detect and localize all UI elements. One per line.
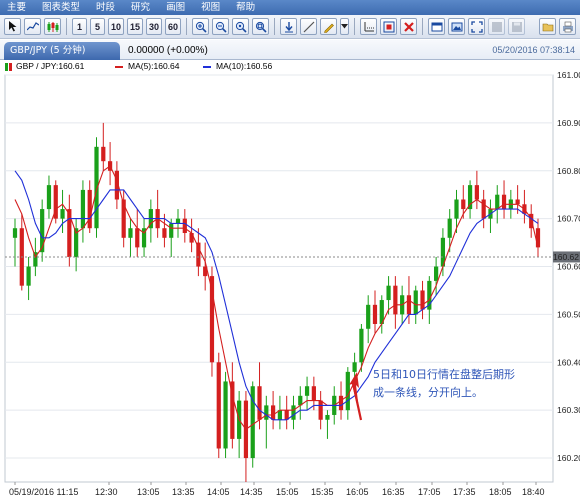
- candle-body: [40, 209, 45, 253]
- candle-body: [386, 285, 391, 301]
- candle-body: [461, 199, 466, 210]
- x-tick-label: 05/19/2016 11:15: [9, 487, 78, 497]
- candle-body: [352, 362, 357, 372]
- candle-body: [182, 218, 187, 234]
- candle-body: [501, 194, 507, 210]
- candle-body: [454, 199, 459, 219]
- y-tick-label: 160.90: [557, 118, 580, 128]
- candle-body: [338, 395, 344, 411]
- candle-body: [46, 185, 52, 210]
- candle-body: [325, 414, 330, 420]
- candle-body: [135, 228, 140, 248]
- candle-body: [345, 371, 350, 411]
- x-tick-label: 18:40: [522, 487, 545, 497]
- x-tick-label: 18:05: [489, 487, 512, 497]
- candle-body: [94, 146, 99, 229]
- candle-body: [101, 146, 106, 162]
- x-tick-label: 16:05: [346, 487, 369, 497]
- x-tick-label: 12:30: [95, 487, 118, 497]
- x-tick-label: 15:05: [276, 487, 299, 497]
- candle-body: [291, 405, 296, 420]
- y-axis: 160.20 160.30 160.40 160.50 160.60 160.70 160.…: [557, 70, 580, 463]
- y-tick-label: 160.40: [557, 357, 580, 367]
- candle-body: [495, 194, 500, 210]
- candle-body: [413, 290, 418, 315]
- x-tick-label: 13:35: [172, 487, 195, 497]
- y-tick-label: 160.20: [557, 453, 580, 463]
- candle-body: [12, 228, 18, 238]
- x-tick-label: 14:05: [207, 487, 230, 497]
- candle-body: [223, 381, 228, 449]
- x-tick-label: 15:35: [311, 487, 334, 497]
- y-tick-label: 160.80: [557, 166, 580, 176]
- x-tick-label: 14:35: [240, 487, 263, 497]
- candle-body: [372, 304, 378, 324]
- x-tick-label: 17:05: [418, 487, 441, 497]
- x-tick-label: 17:35: [453, 487, 476, 497]
- candle-body: [366, 304, 371, 329]
- candle-body: [311, 386, 316, 401]
- candle-body: [515, 199, 520, 205]
- x-tick-label: 13:05: [137, 487, 160, 497]
- candle-body: [434, 266, 439, 281]
- candlestick-chart[interactable]: 160.20 160.30 160.40 160.50 160.60 160.70 160.…: [0, 0, 580, 499]
- candle-body: [535, 228, 541, 248]
- candle-body: [318, 400, 323, 420]
- candle-body: [26, 266, 31, 286]
- y-tick-label: 160.60: [557, 262, 580, 272]
- candle-body: [406, 295, 412, 315]
- x-tick-label: 16:35: [382, 487, 405, 497]
- candle-body: [189, 233, 194, 243]
- candle-body: [359, 328, 364, 363]
- candle-body: [270, 405, 276, 420]
- candle-body: [474, 185, 479, 200]
- candle-body: [264, 405, 269, 420]
- candle-body: [169, 223, 174, 238]
- candle-body: [304, 386, 310, 396]
- y-tick-label: 160.30: [557, 405, 580, 415]
- candle-body: [162, 228, 167, 238]
- candle-body: [60, 209, 65, 219]
- y-tick-label: 160.70: [557, 214, 580, 224]
- candle-body: [87, 189, 92, 229]
- x-axis: 05/19/2016 11:15 12:30 13:05 13:35 14:05 14:3…: [9, 482, 545, 497]
- candle-body: [175, 218, 181, 224]
- candle-body: [481, 199, 486, 219]
- y-tick-label: 161.00: [557, 70, 580, 80]
- annotation-line-2: 成一条线，分开向上。: [373, 385, 483, 399]
- candle-body: [393, 285, 398, 315]
- plot-area: [4, 74, 554, 483]
- candle-body: [257, 386, 262, 420]
- last-price-label: 160.62: [553, 252, 579, 262]
- annotation-line-1: 5日和10日行情在盘整后期形: [373, 367, 515, 381]
- candle-body: [447, 218, 452, 238]
- candle-body: [216, 362, 221, 449]
- candle-body: [128, 228, 133, 238]
- candle-body: [67, 209, 72, 257]
- candle-body: [420, 290, 425, 310]
- candle-body: [80, 189, 86, 229]
- y-tick-label: 160.50: [557, 309, 580, 319]
